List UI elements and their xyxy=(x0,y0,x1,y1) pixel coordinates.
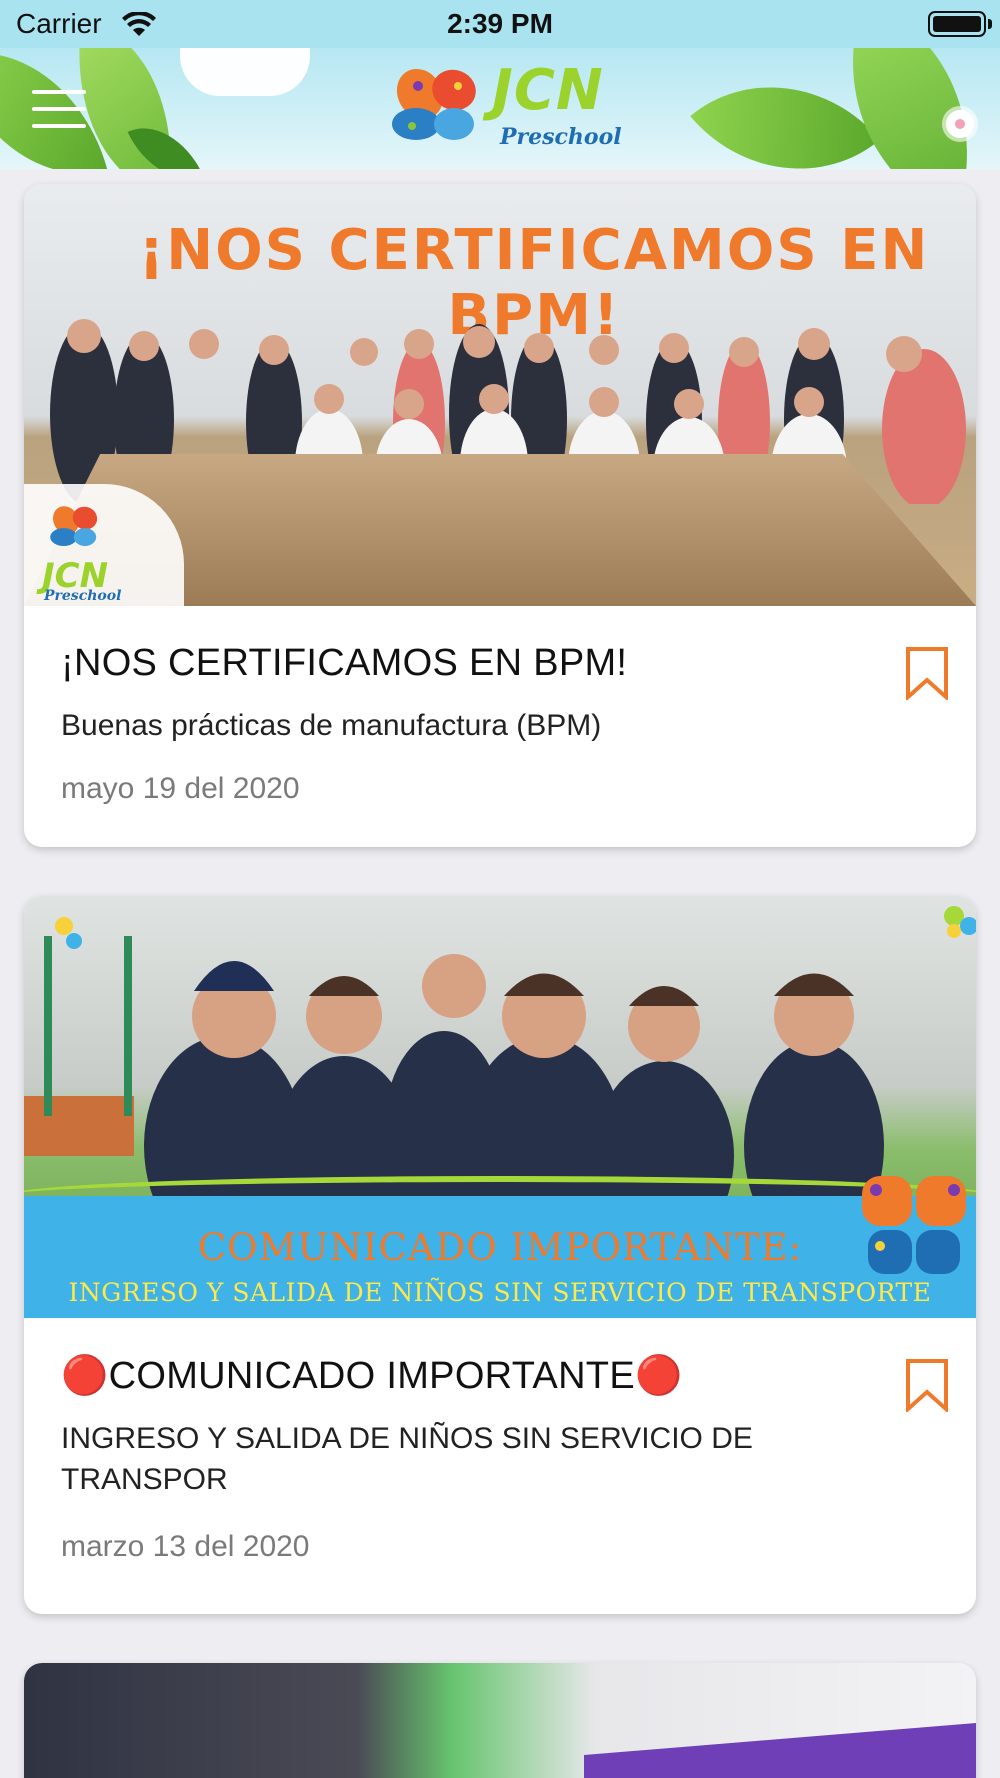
post-date: mayo 19 del 2020 xyxy=(61,772,300,805)
bookmark-icon[interactable] xyxy=(904,1358,950,1412)
image-logo-sub: Preschool xyxy=(44,588,122,604)
bookmark-icon[interactable] xyxy=(904,646,950,700)
app-logo: JCN Preschool xyxy=(388,58,622,158)
post-image: ¡NOS CERTIFICAMOS EN BPM! JCN Preschool xyxy=(24,184,976,606)
post-card[interactable]: COMUNICADO IMPORTANTE: INGRESO Y SALIDA … xyxy=(24,896,976,1614)
post-card[interactable]: ¡NOS CERTIFICAMOS EN BPM! JCN Preschool … xyxy=(24,184,976,847)
decor-flower xyxy=(946,110,974,138)
clock: 2:39 PM xyxy=(447,8,553,39)
children-photo xyxy=(24,906,976,1196)
image-subheadline: INGRESO Y SALIDA DE NIÑOS SIN SERVICIO D… xyxy=(68,1278,932,1307)
post-card[interactable] xyxy=(24,1663,976,1778)
logo-wordmark: JCN xyxy=(492,58,604,123)
butterfly-logo-icon xyxy=(50,506,98,547)
butterfly-logo-icon xyxy=(862,1176,966,1274)
logo-subtitle: Preschool xyxy=(500,124,622,150)
status-bar: Carrier 2:39 PM xyxy=(0,0,1000,48)
butterfly-logo-icon xyxy=(392,68,476,140)
image-headline: COMUNICADO IMPORTANTE: xyxy=(197,1226,803,1269)
post-date: marzo 13 del 2020 xyxy=(61,1530,310,1563)
decor-wave xyxy=(24,1176,976,1216)
post-subtitle: INGRESO Y SALIDA DE NIÑOS SIN SERVICIO D… xyxy=(61,1422,753,1496)
post-title: 🔴COMUNICADO IMPORTANTE🔴 xyxy=(61,1355,683,1397)
battery-icon xyxy=(928,11,986,37)
hamburger-icon[interactable] xyxy=(32,90,86,130)
decor-cloud xyxy=(180,48,310,96)
post-title: ¡NOS CERTIFICAMOS EN BPM! xyxy=(61,642,628,684)
post-image: COMUNICADO IMPORTANTE: INGRESO Y SALIDA … xyxy=(24,896,976,1318)
battery-tip xyxy=(988,19,992,29)
decor-leaf xyxy=(690,48,880,169)
post-subtitle: Buenas prácticas de manufactura (BPM) xyxy=(61,709,602,742)
